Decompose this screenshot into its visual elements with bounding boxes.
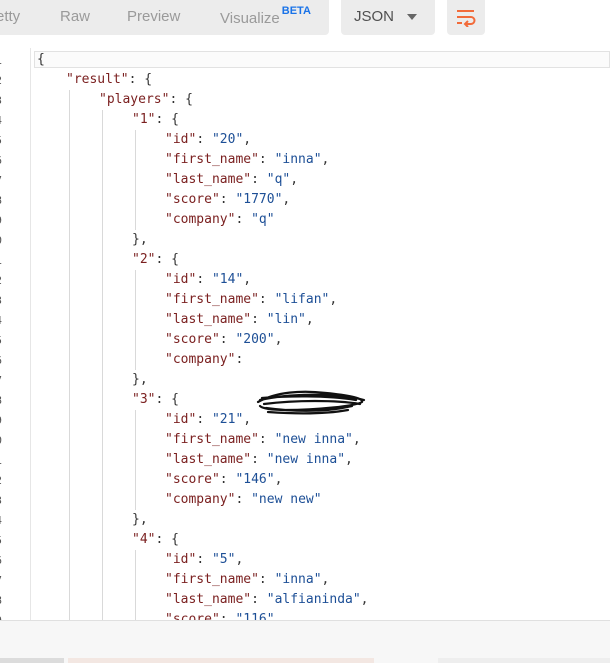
code-line: "players": { — [99, 92, 193, 107]
line-number: 5 — [0, 334, 2, 347]
line-number: 9 — [0, 414, 2, 427]
indent-guide — [135, 550, 136, 620]
line-number: 6 — [0, 354, 2, 367]
line-number: 1 — [0, 454, 2, 467]
code-line: "first_name": "new inna", — [165, 432, 361, 447]
line-number: 5 — [0, 134, 2, 147]
line-number: 6 — [0, 554, 2, 567]
line-number: 7 — [0, 174, 2, 187]
code-line: "score": "146", — [165, 472, 283, 487]
code-line: "last_name": "new inna", — [165, 452, 353, 467]
indent-guide — [69, 90, 70, 620]
code-line: "result": { — [66, 72, 153, 87]
line-number: 8 — [0, 194, 2, 207]
line-number: 1 — [0, 254, 2, 267]
tab-visualize-label: Visualize — [220, 10, 280, 27]
line-number: 3 — [0, 294, 2, 307]
code-line: "company": "new new" — [165, 492, 322, 507]
code-line: "last_name": "alfianinda", — [165, 592, 369, 607]
line-number: 1 — [0, 54, 2, 67]
line-number: 5 — [0, 534, 2, 547]
line-number: 4 — [0, 514, 2, 527]
code-line: }, — [132, 232, 148, 247]
format-select-value: JSON — [354, 8, 395, 25]
response-body-editor[interactable]: 12345678901234567890123456789 {"result":… — [0, 48, 610, 620]
view-mode-tabs: etty Raw Preview Visualize BETA — [0, 0, 329, 35]
code-line: "score": "200", — [165, 332, 283, 347]
code-line: "id": "20", — [165, 132, 252, 147]
tab-pretty[interactable]: etty — [0, 8, 20, 25]
line-number: 0 — [0, 434, 2, 447]
line-number: 3 — [0, 494, 2, 507]
line-number: 7 — [0, 374, 2, 387]
line-number-gutter: 12345678901234567890123456789 — [0, 48, 30, 620]
code-line: "first_name": "lifan", — [165, 292, 338, 307]
indent-guide — [135, 410, 136, 510]
status-segment — [438, 658, 610, 663]
chevron-down-icon — [407, 14, 417, 20]
code-line: "last_name": "q", — [165, 172, 299, 187]
indent-guide — [102, 110, 103, 620]
wrap-lines-button[interactable] — [447, 0, 485, 35]
bottom-panel — [0, 621, 610, 663]
wrap-lines-icon — [457, 10, 476, 27]
code-line: "first_name": "inna", — [165, 572, 330, 587]
line-number: 8 — [0, 394, 2, 407]
line-number: 8 — [0, 594, 2, 607]
code-line: "2": { — [132, 252, 179, 267]
code-line: "id": "21", — [165, 412, 252, 427]
line-number: 2 — [0, 74, 2, 87]
status-segment — [0, 658, 64, 663]
tab-visualize[interactable]: Visualize BETA — [220, 5, 311, 27]
line-number: 7 — [0, 574, 2, 587]
line-number: 9 — [0, 214, 2, 227]
code-line: "id": "14", — [165, 272, 252, 287]
response-toolbar: etty Raw Preview Visualize BETA JSON — [0, 0, 610, 40]
beta-badge: BETA — [281, 5, 311, 17]
tab-raw[interactable]: Raw — [60, 8, 90, 25]
line-number: 0 — [0, 234, 2, 247]
code-line: "company": — [165, 352, 252, 367]
code-line: { — [37, 52, 45, 67]
line-number: 2 — [0, 274, 2, 287]
code-line: "id": "5", — [165, 552, 244, 567]
status-segment — [68, 658, 374, 663]
line-number: 6 — [0, 154, 2, 167]
code-line: }, — [132, 372, 148, 387]
redaction-scribble — [256, 390, 366, 415]
line-number: 4 — [0, 114, 2, 127]
code-line: }, — [132, 512, 148, 527]
format-select[interactable]: JSON — [341, 0, 435, 35]
line-number: 4 — [0, 314, 2, 327]
code-line: "score": "1770", — [165, 192, 291, 207]
active-line-highlight — [34, 51, 610, 68]
code-line: "1": { — [132, 112, 179, 127]
code-line: "company": "q" — [165, 212, 275, 227]
code-line: "last_name": "lin", — [165, 312, 314, 327]
tab-preview[interactable]: Preview — [127, 8, 180, 25]
gutter-divider — [30, 48, 31, 620]
line-number: 2 — [0, 474, 2, 487]
code-line: "first_name": "inna", — [165, 152, 330, 167]
code-line: "4": { — [132, 532, 179, 547]
code-line: "3": { — [132, 392, 179, 407]
code-line: "score": "116" — [165, 612, 275, 620]
line-number: 3 — [0, 94, 2, 107]
indent-guide — [135, 270, 136, 370]
indent-guide — [135, 130, 136, 230]
